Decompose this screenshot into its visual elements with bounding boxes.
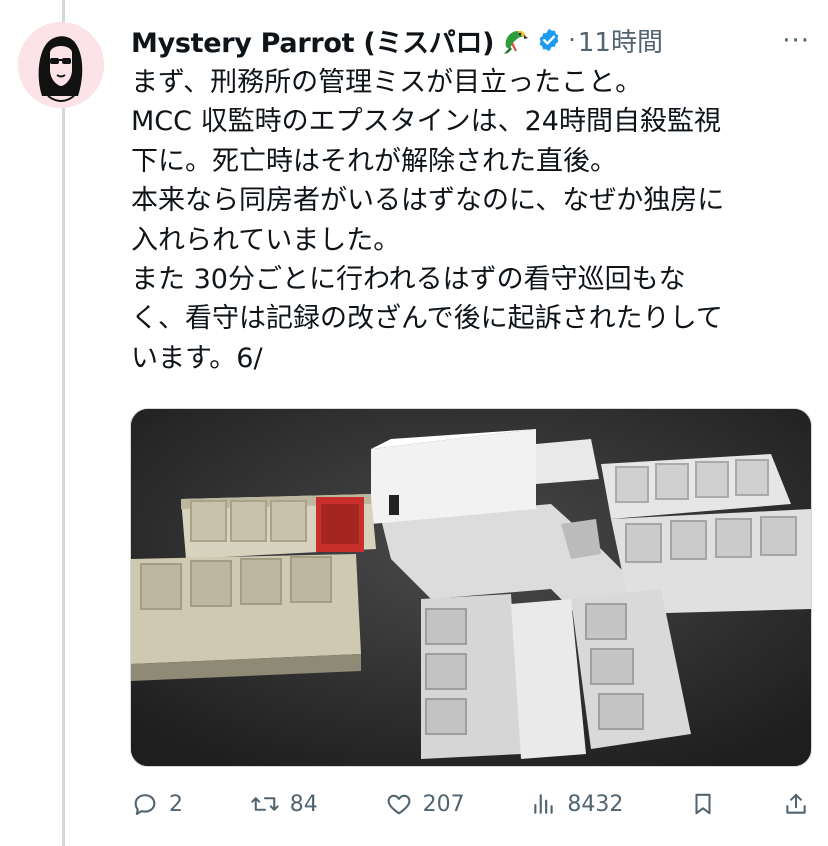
repost-icon bbox=[251, 797, 279, 811]
like-count: 207 bbox=[422, 791, 465, 817]
tweet-text: まず、刑務所の管理ミスが目立ったこと。 MCC 収監時のエプスタインは、24時間… bbox=[131, 67, 725, 374]
reply-count: 2 bbox=[169, 791, 183, 817]
verified-badge-icon bbox=[536, 27, 562, 53]
heart-icon bbox=[387, 794, 410, 815]
tweet-action-bar: 2 84 207 8432 bbox=[131, 782, 809, 826]
avatar[interactable] bbox=[18, 22, 104, 108]
prison-floor-plan-render bbox=[131, 409, 811, 766]
bookmark-button[interactable] bbox=[690, 790, 716, 818]
woman-sunglasses-avatar-icon bbox=[18, 22, 104, 108]
share-button[interactable] bbox=[783, 790, 809, 818]
repost-button[interactable]: 84 bbox=[250, 790, 318, 818]
meta-separator: · bbox=[568, 26, 576, 54]
like-button[interactable]: 207 bbox=[385, 790, 465, 818]
views-chart-icon bbox=[534, 794, 554, 814]
thread-line bbox=[62, 0, 65, 846]
more-options-button[interactable]: ··· bbox=[782, 26, 810, 56]
share-icon bbox=[786, 793, 806, 814]
timestamp[interactable]: 11時間 bbox=[578, 22, 663, 59]
display-name[interactable]: Mystery Parrot (ミスパロ) bbox=[131, 21, 495, 60]
reply-button[interactable]: 2 bbox=[131, 790, 183, 818]
reply-icon bbox=[134, 794, 156, 815]
tweet-media-image[interactable] bbox=[130, 408, 812, 767]
views-count: 8432 bbox=[567, 791, 624, 817]
parrot-emoji-icon bbox=[500, 25, 530, 55]
bookmark-icon bbox=[695, 793, 711, 815]
views-button[interactable]: 8432 bbox=[531, 790, 623, 818]
repost-count: 84 bbox=[289, 791, 318, 817]
tweet-header: Mystery Parrot (ミスパロ) · 11時間 ··· bbox=[131, 20, 810, 60]
